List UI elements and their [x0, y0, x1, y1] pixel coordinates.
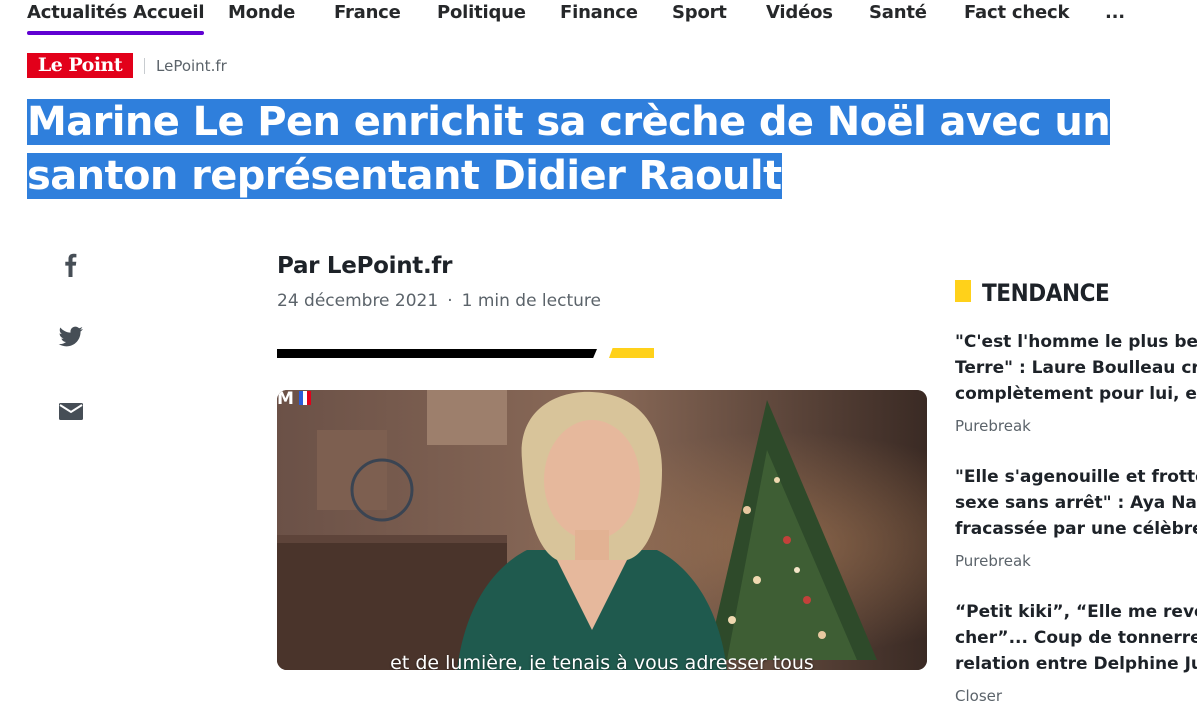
trending-item-title-line: Terre" : Laure Boulleau crac: [955, 358, 1197, 378]
le-point-logo[interactable]: Le Point: [27, 53, 133, 78]
nav-tab-actualites-accueil[interactable]: Actualités Accueil: [27, 2, 205, 35]
trending-item-title-line: "Elle s'agenouille et frotte s: [955, 467, 1197, 487]
facebook-share-button[interactable]: [58, 251, 84, 277]
m6-logo-icon: M: [277, 390, 311, 406]
trending-item-source: Closer: [955, 687, 1003, 705]
svg-text:M: M: [277, 390, 294, 406]
decorative-black-bar: [277, 349, 597, 358]
trending-accent-bar: [955, 280, 971, 302]
nav-tab-fact-check[interactable]: Fact check: [964, 2, 1069, 23]
article-byline[interactable]: Par LePoint.fr: [277, 253, 452, 279]
trending-item[interactable]: “Petit kiki”, “Elle me revena cher”... C…: [955, 599, 1197, 705]
top-nav: Actualités Accueil Monde France Politiqu…: [0, 0, 1197, 40]
trending-item-title-line: cher”... Coup de tonnerre !: [955, 628, 1197, 648]
trending-item[interactable]: "C'est l'homme le plus beau Terre" : Lau…: [955, 329, 1197, 435]
trending-item[interactable]: "Elle s'agenouille et frotte s sexe sans…: [955, 464, 1197, 570]
trending-item-source: Purebreak: [955, 417, 1031, 435]
headline-selection: Marine Le Pen enrichit sa crèche de Noël…: [27, 99, 1111, 199]
trending-title: TENDANCE: [982, 279, 1110, 307]
trending-item-title-line: fracassée par une célèbre...: [955, 519, 1197, 539]
trending-item-title-line: sexe sans arrêt" : Aya Naka: [955, 493, 1197, 513]
decorative-yellow-bar: [609, 348, 654, 358]
nav-tab-finance[interactable]: Finance: [560, 2, 638, 23]
article-date: 24 décembre 2021: [277, 291, 439, 311]
nav-tab-videos[interactable]: Vidéos: [766, 2, 833, 23]
article-headline[interactable]: Marine Le Pen enrichit sa crèche de Noël…: [27, 95, 1187, 203]
nav-tab-france[interactable]: France: [334, 2, 401, 23]
trending-item-source: Purebreak: [955, 552, 1031, 570]
video-subtitle: et de lumière, je tenais à vous adresser…: [390, 652, 814, 670]
twitter-share-button[interactable]: [58, 324, 84, 350]
trending-item-title-line: complètement pour lui, et v: [955, 384, 1197, 404]
meta-separator: ·: [447, 291, 453, 311]
nav-tab-politique[interactable]: Politique: [437, 2, 526, 23]
article-read-time: 1 min de lecture: [461, 291, 601, 311]
nav-tab-monde[interactable]: Monde: [228, 2, 295, 23]
article-meta: 24 décembre 2021 · 1 min de lecture: [277, 291, 601, 311]
trending-item-title-line: “Petit kiki”, “Elle me revena: [955, 602, 1197, 622]
mail-icon: [59, 403, 83, 420]
nav-tab-sport[interactable]: Sport: [672, 2, 727, 23]
trending-item-title-line: "C'est l'homme le plus beau: [955, 332, 1197, 352]
nav-more-button[interactable]: ...: [1105, 2, 1125, 23]
source-name[interactable]: LePoint.fr: [156, 57, 227, 75]
trending-item-title-line: relation entre Delphine Jub: [955, 654, 1197, 674]
source-divider: [144, 58, 145, 74]
twitter-icon: [58, 326, 83, 347]
article-video-player[interactable]: M et de lumière, je tenais à vous adress…: [277, 390, 927, 670]
nav-tab-sante[interactable]: Santé: [869, 2, 927, 23]
email-share-button[interactable]: [58, 398, 84, 424]
video-frame-illustration: [277, 390, 927, 670]
facebook-icon: [65, 253, 77, 277]
